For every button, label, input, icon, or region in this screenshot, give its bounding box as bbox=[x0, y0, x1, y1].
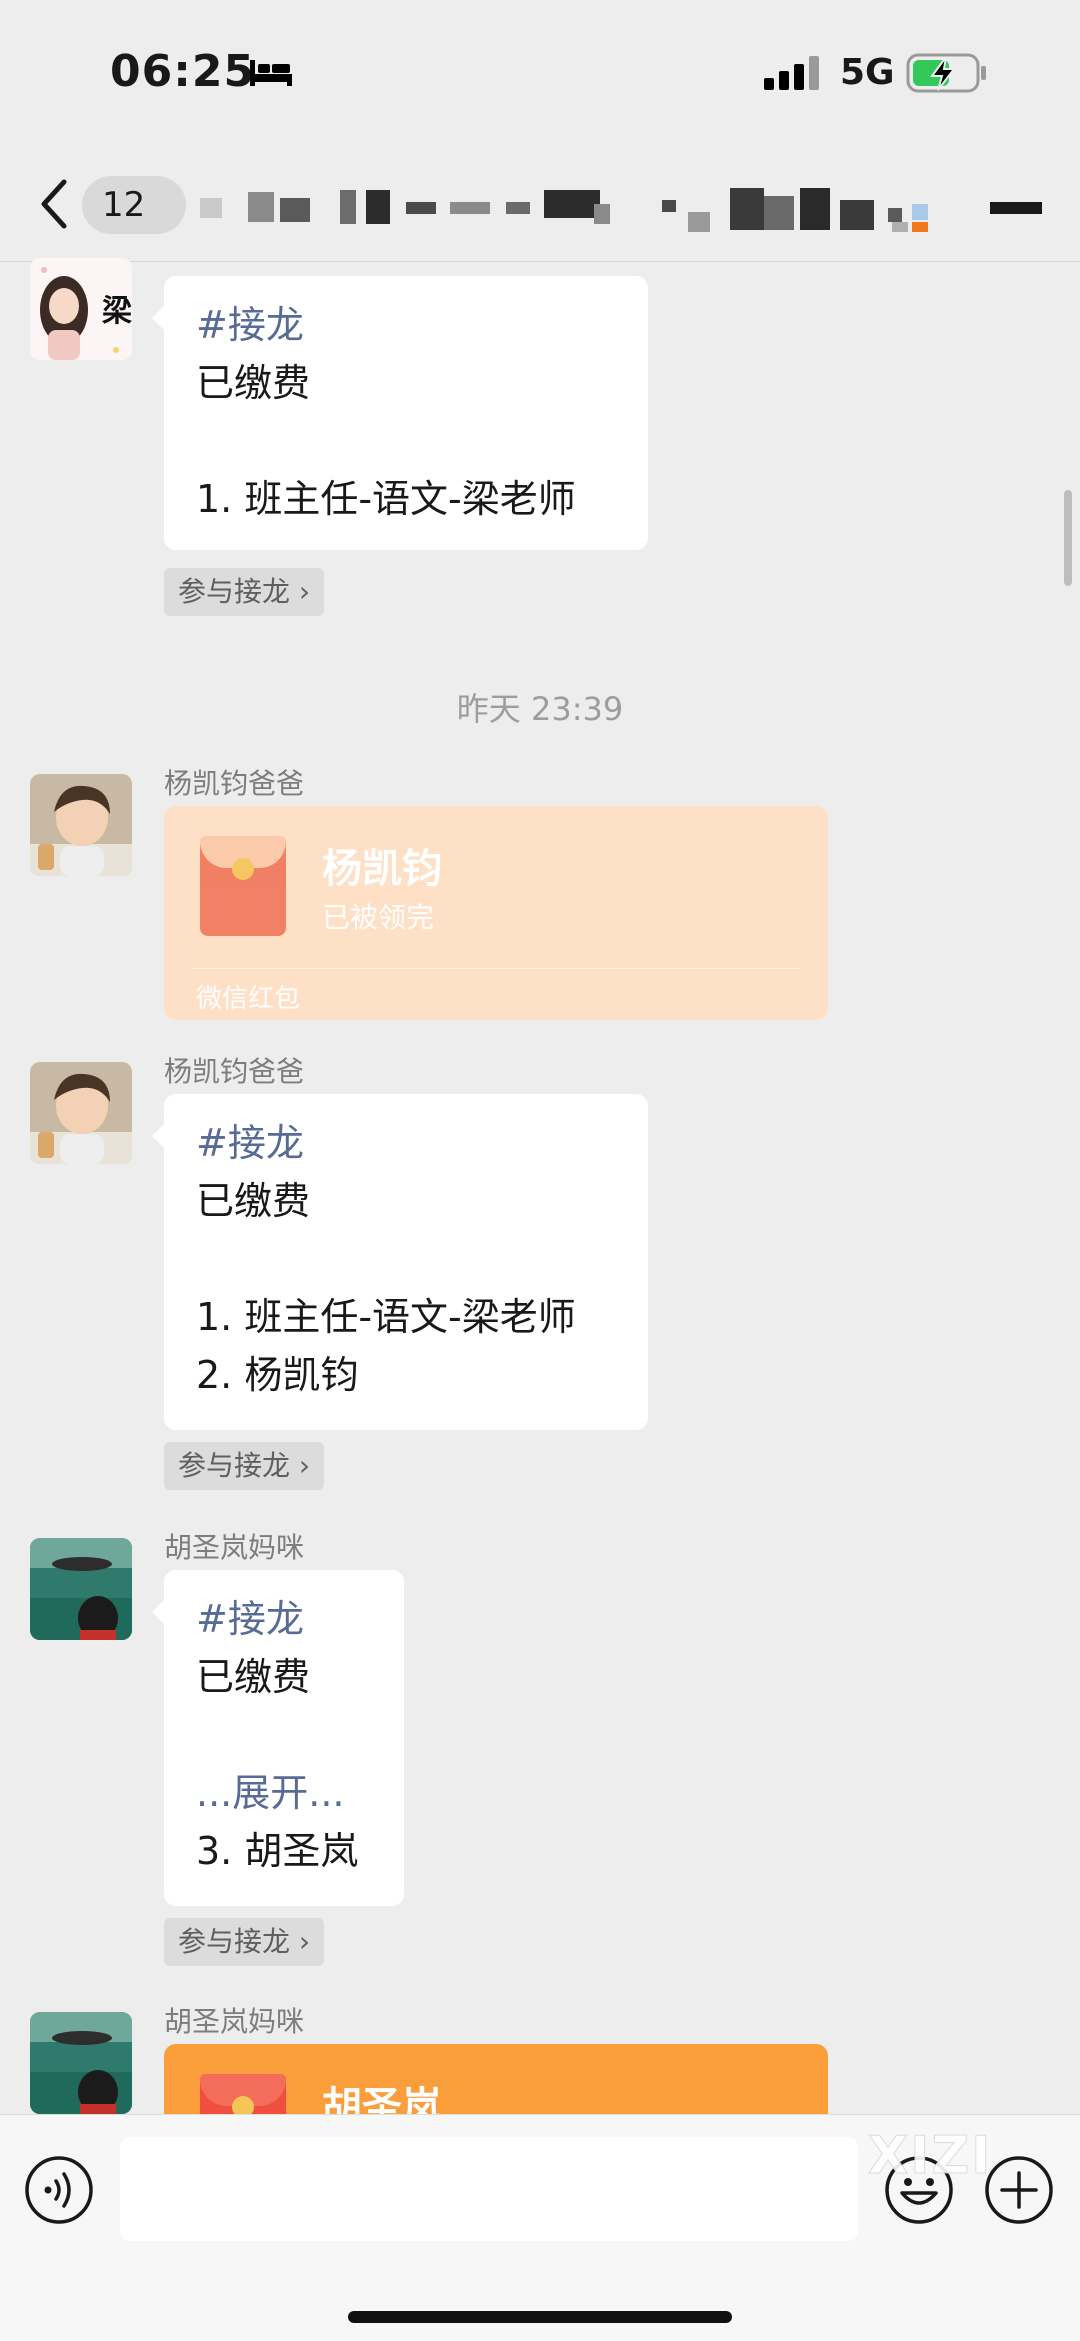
red-packet-status: 已被领完 bbox=[322, 901, 435, 934]
bed-icon bbox=[250, 60, 292, 86]
message-line bbox=[196, 412, 616, 470]
teacher-avatar-glyph: 梁 bbox=[102, 294, 132, 329]
chat-header: 12 bbox=[0, 150, 1080, 262]
solitaire-message[interactable]: #接龙 已缴费 1. 班主任-语文-梁老师 bbox=[152, 276, 648, 550]
sender-avatar[interactable] bbox=[30, 2012, 132, 2114]
join-solitaire-label: 参与接龙 bbox=[178, 1449, 291, 1482]
message-line: 已缴费 bbox=[196, 361, 311, 405]
status-bar: 06:25 5G bbox=[0, 0, 1080, 150]
scrollbar[interactable] bbox=[1064, 490, 1072, 586]
join-solitaire-button[interactable]: 参与接龙 › bbox=[164, 568, 325, 616]
sender-avatar[interactable] bbox=[30, 1538, 132, 1640]
red-packet-title: 杨凯钧 bbox=[322, 846, 442, 892]
message-line: 1. 班主任-语文-梁老师 bbox=[196, 477, 576, 521]
solitaire-tag[interactable]: #接龙 bbox=[196, 296, 616, 354]
plus-icon[interactable] bbox=[984, 2155, 1054, 2225]
home-indicator[interactable] bbox=[348, 2311, 732, 2323]
join-solitaire-label: 参与接龙 bbox=[178, 575, 291, 608]
solitaire-tag[interactable]: #接龙 bbox=[196, 1114, 616, 1172]
red-packet-icon bbox=[200, 836, 286, 936]
battery-charging-icon bbox=[906, 53, 986, 93]
message-line: 3. 胡圣岚 bbox=[196, 1829, 359, 1873]
message-line: 1. 班主任-语文-梁老师 bbox=[196, 1295, 576, 1339]
sender-name: 胡圣岚妈咪 bbox=[164, 1531, 305, 1564]
sender-name: 胡圣岚妈咪 bbox=[164, 2005, 305, 2038]
back-arrow-icon[interactable] bbox=[36, 176, 70, 232]
network-type: 5G bbox=[840, 52, 895, 93]
solitaire-message[interactable]: #接龙 已缴费 ...展开... 3. 胡圣岚 bbox=[152, 1570, 404, 1906]
chat-screen: 06:25 5G 12 梁 #接龙 已缴费 1. 班主任-语文-梁老师 参与接龙… bbox=[0, 0, 1080, 2341]
message-input[interactable] bbox=[120, 2137, 858, 2241]
watermark-text: XIZI bbox=[868, 2126, 993, 2187]
red-packet-message[interactable]: 杨凯钧 已被领完 微信红包 bbox=[164, 806, 828, 1020]
chat-timestamp: 昨天 23:39 bbox=[456, 690, 624, 728]
teacher-avatar[interactable]: 梁 bbox=[30, 258, 132, 360]
chevron-right-icon: › bbox=[298, 1925, 311, 1958]
more-options-icon[interactable] bbox=[990, 202, 1042, 214]
sender-avatar[interactable] bbox=[30, 1062, 132, 1164]
join-solitaire-button[interactable]: 参与接龙 › bbox=[164, 1918, 325, 1966]
voice-input-icon[interactable] bbox=[24, 2155, 94, 2225]
expand-link[interactable]: ...展开... bbox=[196, 1764, 372, 1822]
group-title-pixelated bbox=[200, 184, 928, 232]
message-line: 已缴费 bbox=[196, 1179, 311, 1223]
unread-count-badge[interactable]: 12 bbox=[82, 176, 186, 234]
sender-name: 杨凯钧爸爸 bbox=[164, 767, 305, 800]
cellular-signal-icon bbox=[764, 56, 819, 90]
message-line: 已缴费 bbox=[196, 1655, 311, 1699]
sender-name: 杨凯钧爸爸 bbox=[164, 1055, 305, 1088]
status-time: 06:25 bbox=[110, 46, 256, 97]
chevron-right-icon: › bbox=[298, 1449, 311, 1482]
solitaire-tag[interactable]: #接龙 bbox=[196, 1590, 372, 1648]
solitaire-message[interactable]: #接龙 已缴费 1. 班主任-语文-梁老师 2. 杨凯钧 bbox=[152, 1094, 648, 1430]
message-line bbox=[196, 1706, 372, 1764]
red-packet-label: 微信红包 bbox=[196, 984, 301, 1014]
sender-avatar[interactable] bbox=[30, 774, 132, 876]
chevron-right-icon: › bbox=[298, 575, 311, 608]
join-solitaire-button[interactable]: 参与接龙 › bbox=[164, 1442, 325, 1490]
join-solitaire-label: 参与接龙 bbox=[178, 1925, 291, 1958]
message-line bbox=[196, 1230, 616, 1288]
message-line: 2. 杨凯钧 bbox=[196, 1353, 359, 1397]
